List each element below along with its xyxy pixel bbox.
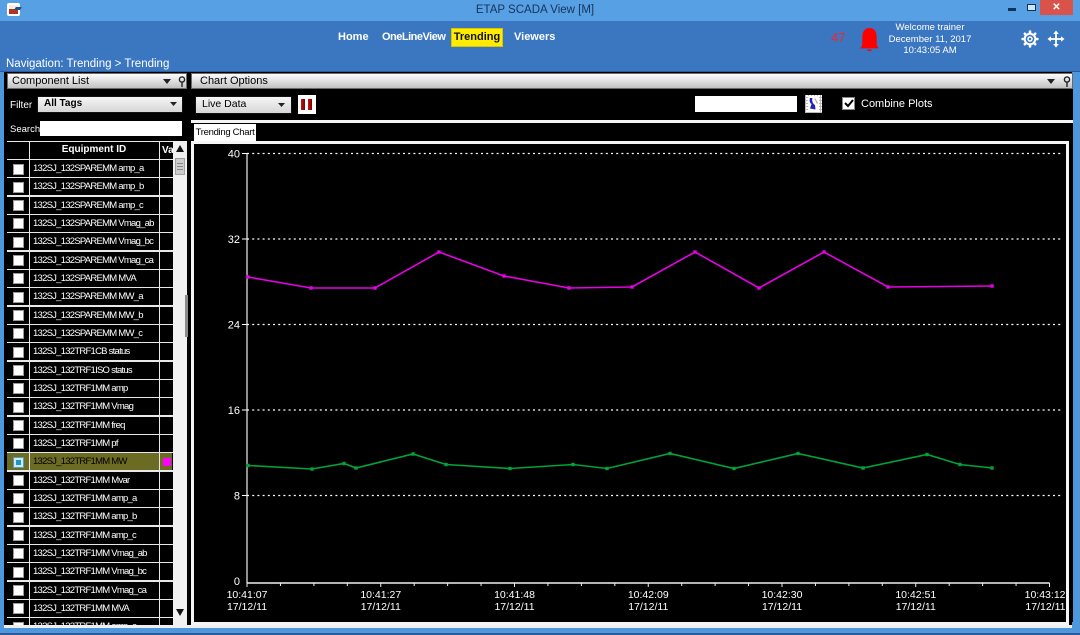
svg-text:16: 16: [228, 405, 240, 417]
svg-text:24: 24: [228, 320, 240, 332]
svg-text:32: 32: [228, 234, 240, 246]
svg-text:17/12/11: 17/12/11: [494, 601, 534, 613]
svg-text:17/12/11: 17/12/11: [628, 601, 668, 613]
svg-text:40: 40: [228, 149, 240, 161]
svg-text:10:42:09: 10:42:09: [628, 589, 669, 601]
svg-text:10:43:12: 10:43:12: [1025, 589, 1066, 601]
svg-text:0: 0: [234, 576, 240, 588]
svg-text:8: 8: [234, 491, 240, 503]
svg-text:10:41:48: 10:41:48: [494, 589, 535, 601]
svg-text:17/12/11: 17/12/11: [1025, 601, 1065, 613]
svg-text:10:41:07: 10:41:07: [227, 589, 268, 601]
svg-text:10:42:30: 10:42:30: [762, 589, 803, 601]
svg-text:17/12/11: 17/12/11: [896, 601, 936, 613]
svg-text:17/12/11: 17/12/11: [227, 601, 267, 613]
svg-text:17/12/11: 17/12/11: [361, 601, 401, 613]
svg-text:10:41:27: 10:41:27: [360, 589, 401, 601]
svg-text:17/12/11: 17/12/11: [762, 601, 802, 613]
svg-text:10:42:51: 10:42:51: [895, 589, 936, 601]
